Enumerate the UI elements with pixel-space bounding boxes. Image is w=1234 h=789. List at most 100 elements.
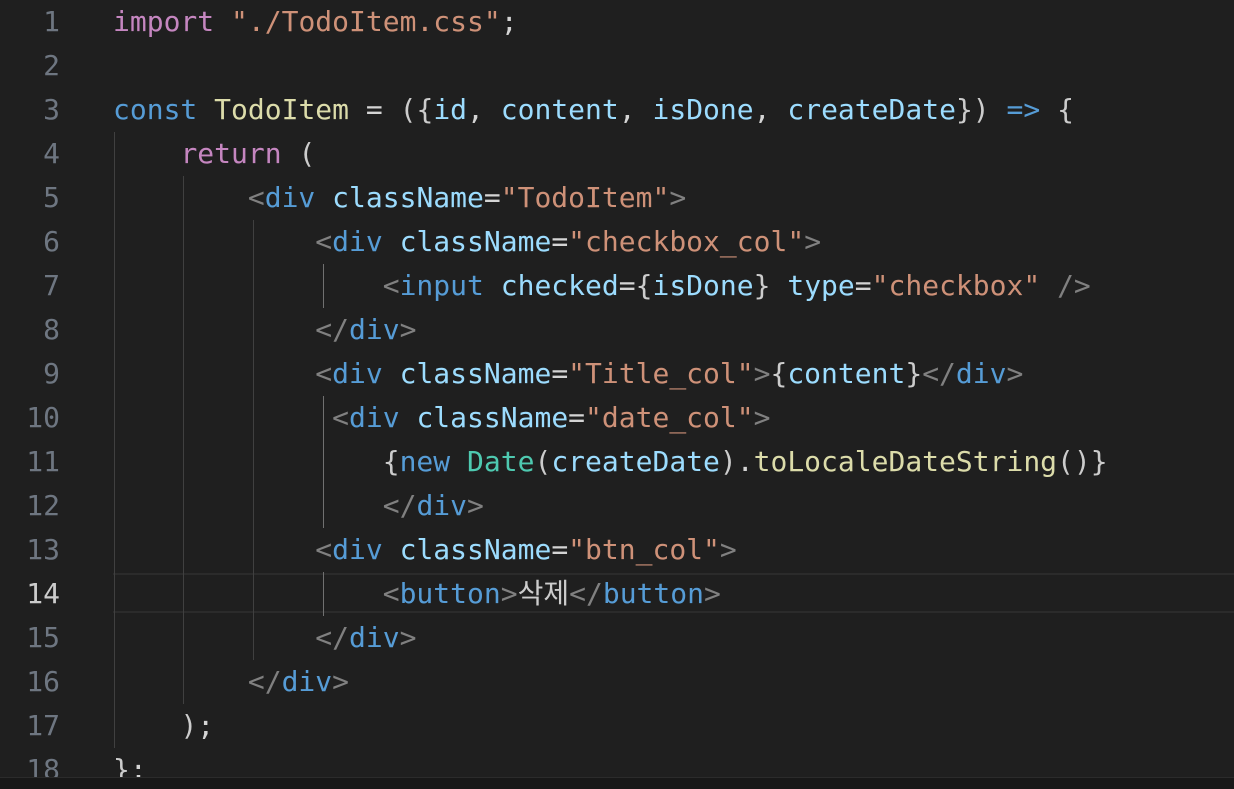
code-token: isDone — [652, 269, 754, 302]
code-token: "checkbox_col" — [568, 225, 805, 258]
code-line[interactable]: 4 return ( — [0, 132, 1234, 176]
code-token: < — [315, 533, 333, 566]
code-token: </ — [315, 621, 350, 654]
code-token: } — [955, 93, 973, 126]
line-number: 3 — [43, 93, 60, 126]
code-editor[interactable]: 1 import "./TodoItem.css"; 2 3 const TodoIte… — [0, 0, 1234, 789]
code-token: ) — [719, 445, 737, 478]
code-token: => — [1006, 93, 1041, 126]
code-line[interactable]: 15 </div> — [0, 616, 1234, 660]
code-line[interactable]: 12 </div> — [0, 484, 1234, 528]
code-text: const TodoItem = ({id, content, isDone, … — [113, 88, 1074, 132]
code-token: > — [467, 489, 484, 522]
code-line[interactable]: 17 ); — [0, 704, 1234, 748]
code-line[interactable]: 11 {new Date(createDate).toLocaleDateStr… — [0, 440, 1234, 484]
line-number: 6 — [43, 225, 60, 258]
code-text: </div> — [113, 484, 484, 528]
code-token: ( — [298, 137, 316, 170]
code-line[interactable]: 7 <input checked={isDone} type="checkbox… — [0, 264, 1234, 308]
horizontal-scrollbar[interactable] — [0, 777, 1234, 789]
code-token: div — [349, 621, 400, 654]
code-text: import "./TodoItem.css"; — [113, 0, 518, 44]
code-line[interactable]: 16 </div> — [0, 660, 1234, 704]
code-token: "Title_col" — [568, 357, 754, 390]
code-token: </ — [922, 357, 956, 390]
code-token: import — [113, 5, 215, 38]
line-number: 9 — [43, 357, 60, 390]
code-text: {new Date(createDate).toLocaleDateString… — [113, 440, 1108, 484]
code-token: </ — [382, 489, 417, 522]
code-text: return ( — [113, 132, 315, 176]
code-token: ; — [500, 5, 518, 38]
code-token: > — [753, 401, 771, 434]
code-line[interactable]: 3 const TodoItem = ({id, content, isDone,… — [0, 88, 1234, 132]
code-token: div — [332, 357, 383, 390]
code-token: type — [787, 269, 855, 302]
code-token: className — [399, 225, 552, 258]
code-token: /> — [1040, 269, 1091, 302]
code-line[interactable]: 2 — [0, 44, 1234, 88]
code-token: > — [669, 181, 687, 214]
code-token: TodoItem — [214, 93, 350, 126]
code-token: } — [1090, 445, 1108, 478]
code-token: input — [399, 269, 484, 302]
code-token: toLocaleDateString — [753, 445, 1058, 478]
code-token: id — [433, 93, 468, 126]
line-number: 10 — [26, 401, 60, 434]
code-line[interactable]: 9 <div className="Title_col">{content}</… — [0, 352, 1234, 396]
code-line[interactable]: 5 <div className="TodoItem"> — [0, 176, 1234, 220]
line-number: 1 — [43, 5, 60, 38]
code-text: <button>삭제</button> — [113, 572, 721, 616]
code-token: createDate — [551, 445, 720, 478]
code-token: > — [804, 225, 822, 258]
code-text: <div className="Title_col">{content}</di… — [113, 352, 1023, 396]
code-token: div — [349, 401, 400, 434]
code-token: = — [854, 269, 872, 302]
code-line[interactable]: 13 <div className="btn_col"> — [0, 528, 1234, 572]
line-number: 15 — [26, 621, 60, 654]
code-token: = — [551, 533, 569, 566]
code-token: > — [753, 357, 771, 390]
code-line[interactable]: 1 import "./TodoItem.css"; — [0, 0, 1234, 44]
code-token: </ — [315, 313, 350, 346]
code-token: , — [618, 93, 653, 126]
code-token: div — [264, 181, 316, 214]
code-line[interactable]: 10 <div className="date_col"> — [0, 396, 1234, 440]
code-token: { — [416, 93, 434, 126]
code-text: <div className="date_col"> — [113, 396, 770, 440]
code-token: > — [332, 665, 350, 698]
code-line[interactable]: 8 </div> — [0, 308, 1234, 352]
code-token: div — [281, 665, 333, 698]
code-token: } — [753, 269, 771, 302]
code-token: = — [349, 93, 400, 126]
code-line[interactable]: 14 <button>삭제</button> — [0, 572, 1234, 616]
code-token: createDate — [787, 93, 956, 126]
code-token: className — [332, 181, 484, 214]
code-token: className — [416, 401, 569, 434]
code-token: </ — [569, 577, 603, 610]
code-text: <input checked={isDone} type="checkbox" … — [113, 264, 1091, 308]
line-number: 13 — [26, 533, 60, 566]
code-token: 삭제 — [517, 577, 570, 610]
code-token: = — [551, 357, 569, 390]
line-number: 17 — [26, 709, 60, 742]
code-line[interactable]: 6 <div className="checkbox_col"> — [0, 220, 1234, 264]
code-text: <div className="TodoItem"> — [113, 176, 686, 220]
line-number: 2 — [43, 49, 60, 82]
line-number: 16 — [26, 665, 60, 698]
code-token: ) — [972, 93, 990, 126]
code-token: < — [382, 269, 400, 302]
code-token: return — [180, 137, 282, 170]
code-text: </div> — [113, 616, 416, 660]
